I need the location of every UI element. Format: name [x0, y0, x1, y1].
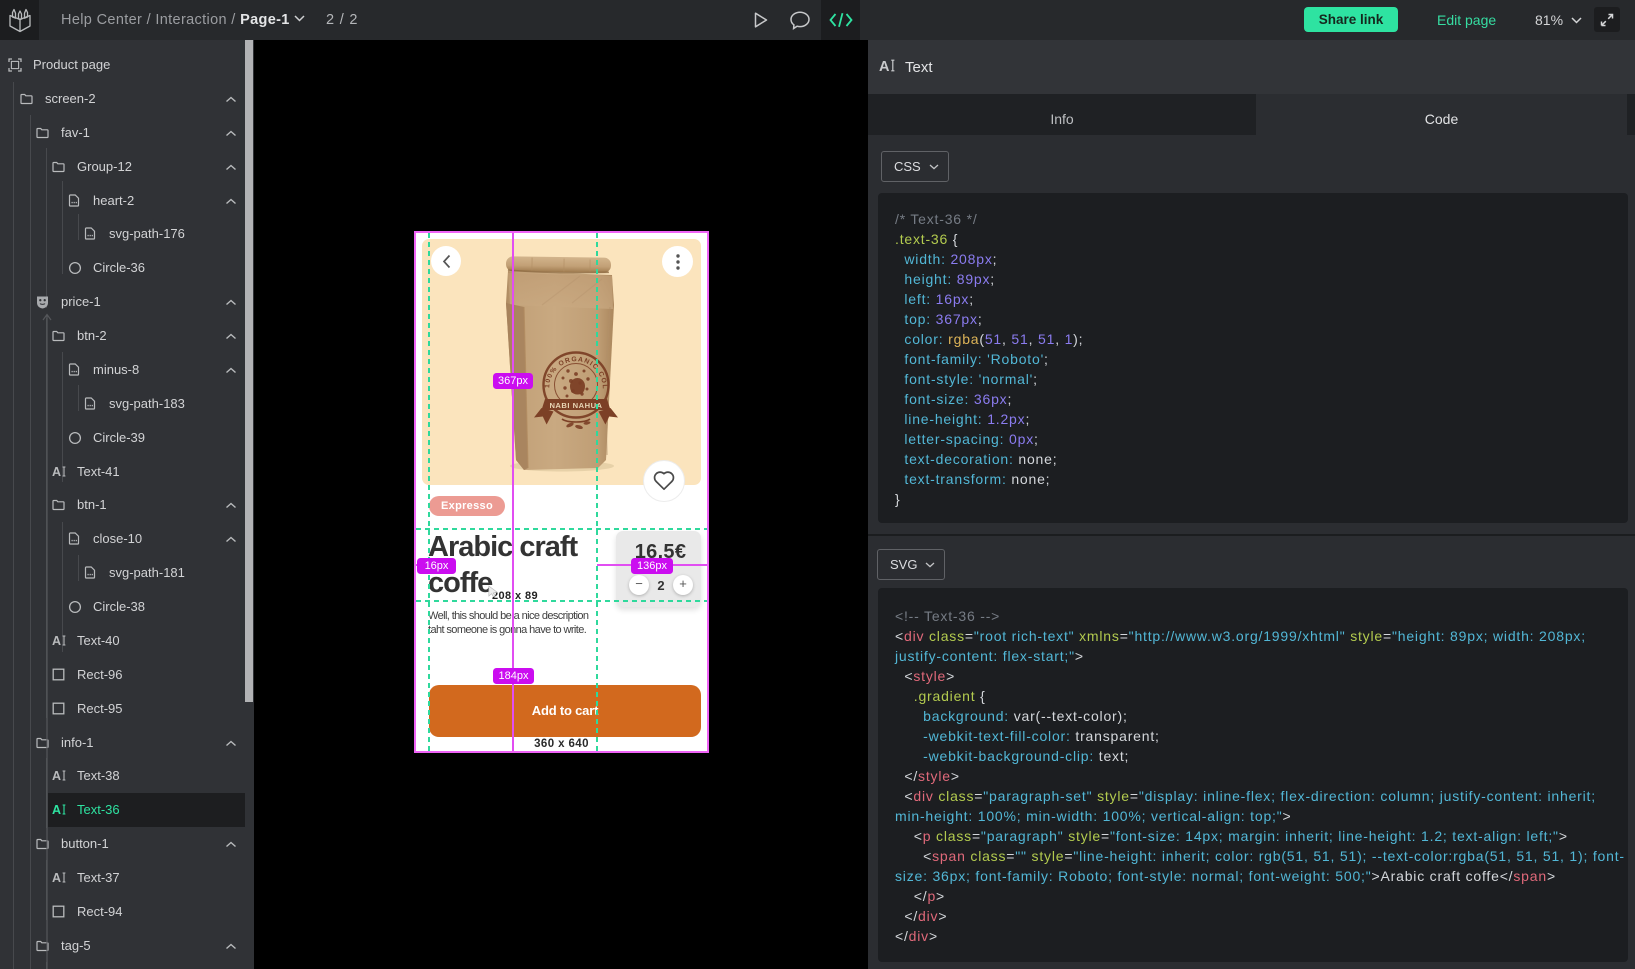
svg-text:A: A: [52, 634, 61, 647]
svg-text:A: A: [879, 59, 890, 73]
svg-text:A: A: [52, 769, 61, 782]
svg-text:A: A: [52, 465, 61, 478]
svg-text:A: A: [52, 871, 61, 884]
svg-text:A: A: [52, 803, 61, 816]
